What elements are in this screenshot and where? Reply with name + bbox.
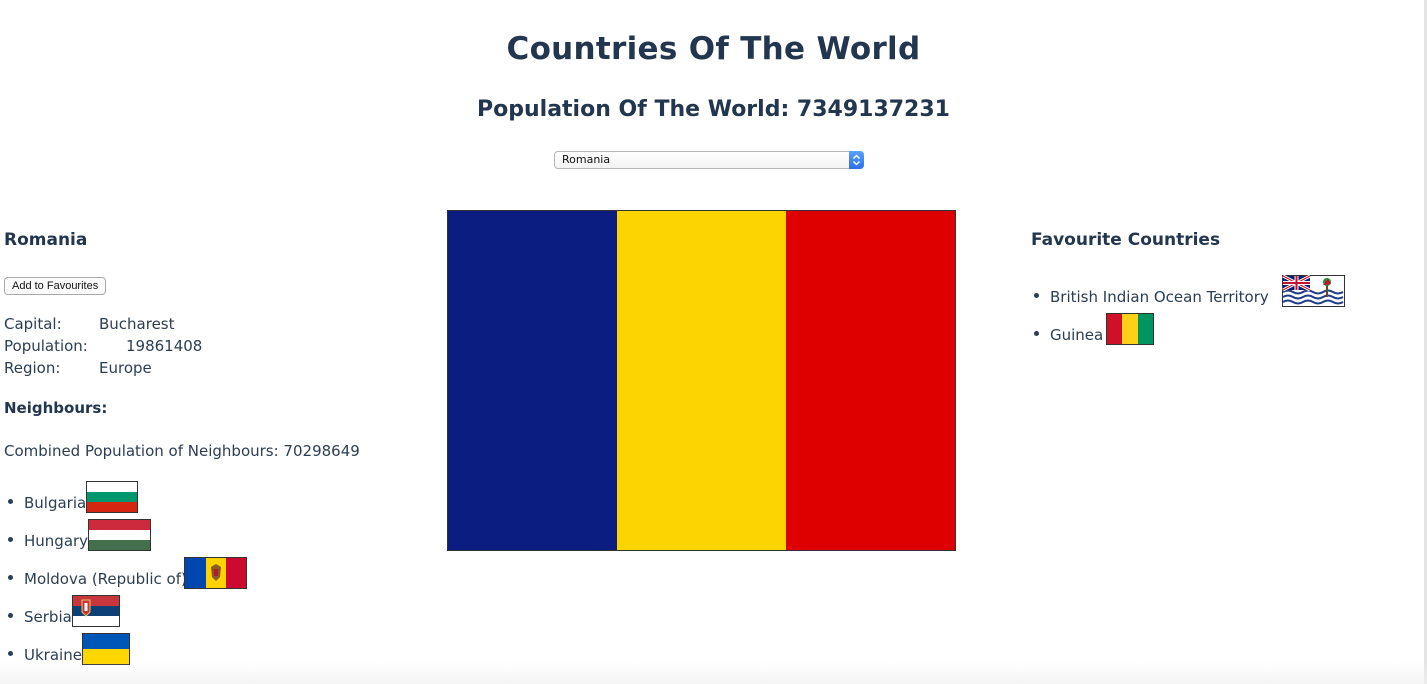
country-details-panel: Romania Add to Favourites Capital: Buchar…	[4, 230, 424, 460]
romania-flag-image	[447, 210, 956, 551]
favourite-name: Guinea	[1050, 326, 1104, 344]
world-population-heading: Population Of The World: 7349137231	[477, 97, 950, 122]
bullet-icon	[8, 613, 13, 618]
guinea-flag-icon	[1106, 313, 1154, 345]
neighbour-name: Moldova (Republic of)	[24, 570, 187, 588]
bullet-icon	[8, 537, 13, 542]
population-row: Population: 19861408	[4, 335, 202, 357]
bullet-icon	[8, 651, 13, 656]
region-value: Europe	[99, 359, 152, 377]
add-to-favourites-button[interactable]: Add to Favourites	[4, 277, 107, 295]
neighbours-heading: Neighbours:	[4, 399, 108, 417]
biot-flag-icon	[1282, 275, 1345, 307]
bullet-icon	[1034, 331, 1039, 336]
country-details: Capital: Bucharest Population: 19861408 Re…	[4, 313, 202, 379]
bulgaria-flag-icon	[86, 481, 138, 513]
bullet-icon	[8, 499, 13, 504]
moldova-flag-icon	[184, 557, 247, 589]
population-label: Population:	[4, 337, 88, 355]
bullet-icon	[1034, 293, 1039, 298]
capital-row: Capital: Bucharest	[4, 313, 202, 335]
ukraine-flag-icon	[82, 633, 130, 665]
neighbour-name: Bulgaria	[24, 494, 87, 512]
flag-stripe-red	[786, 211, 955, 550]
page-title: Countries Of The World	[506, 31, 921, 67]
capital-value: Bucharest	[99, 315, 175, 333]
select-arrows-icon	[849, 151, 864, 169]
neighbour-name: Hungary	[24, 532, 89, 550]
bottom-fade	[0, 662, 1427, 684]
serbia-flag-icon	[72, 595, 120, 627]
favourites-panel: Favourite Countries	[1031, 230, 1220, 250]
bullet-icon	[8, 575, 13, 580]
favourite-name: British Indian Ocean Territory	[1050, 288, 1269, 306]
combined-population: Combined Population of Neighbours: 70298…	[4, 442, 360, 460]
favourites-heading: Favourite Countries	[1031, 230, 1221, 250]
region-row: Region: Europe	[4, 357, 202, 379]
hungary-flag-icon	[88, 519, 151, 551]
neighbour-name: Serbia	[24, 608, 72, 626]
flag-stripe-blue	[448, 211, 617, 550]
capital-label: Capital:	[4, 315, 62, 333]
region-label: Region:	[4, 359, 61, 377]
population-value: 19861408	[126, 337, 203, 355]
country-name: Romania	[4, 230, 88, 250]
country-select[interactable]: Romania	[554, 151, 864, 169]
page: Countries Of The World Population Of The…	[0, 0, 1427, 684]
flag-stripe-yellow	[617, 211, 786, 550]
country-select-value: Romania	[562, 153, 611, 166]
